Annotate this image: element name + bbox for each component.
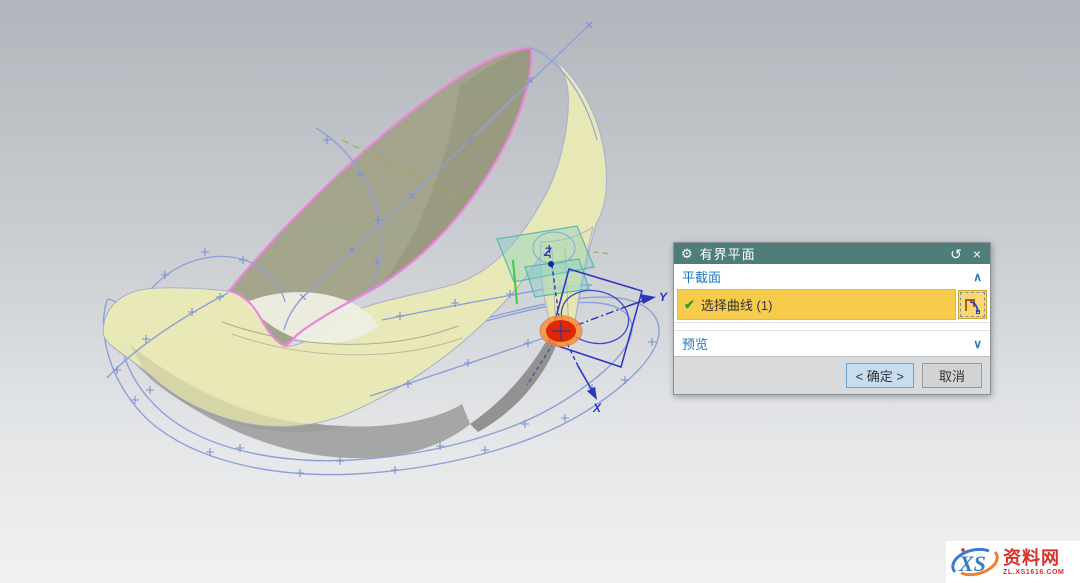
section-header-preview[interactable]: 预览 ∨ [674, 331, 990, 356]
section-header-planar-section[interactable]: 平截面 ∧ [674, 264, 990, 289]
section-label: 平截面 [682, 267, 721, 286]
curve-select-icon [963, 295, 983, 315]
z-axis-label: Z [543, 245, 552, 259]
watermark-logo-icon: XS [949, 542, 1001, 582]
section-divider [674, 322, 990, 331]
x-axis-arrowhead [587, 387, 597, 400]
y-axis-arrowhead [640, 294, 656, 304]
chevron-up-icon[interactable]: ∧ [973, 270, 982, 284]
ok-button[interactable]: < 确定 > [846, 363, 914, 388]
watermark-site-url: ZL.XS1616.COM [1003, 569, 1064, 576]
preview-label: 预览 [682, 334, 708, 353]
select-curve-label: 选择曲线 (1) [701, 295, 773, 314]
selected-curve-highlight[interactable] [540, 315, 582, 347]
select-curve-row[interactable]: ✔ 选择曲线 (1) [677, 289, 956, 320]
gear-icon: ⚙ [681, 247, 693, 260]
svg-text:XS: XS [958, 551, 986, 576]
chevron-down-icon[interactable]: ∨ [973, 337, 982, 351]
bounded-plane-dialog[interactable]: ⚙ 有界平面 ↺ × 平截面 ∧ ✔ 选择曲线 (1) 预览 ∨ < 确定 > … [673, 242, 991, 395]
dialog-title: 有界平面 [700, 244, 941, 263]
curve-select-tool-button[interactable] [958, 290, 987, 319]
dialog-footer: < 确定 > 取消 [674, 356, 990, 394]
y-axis-label: Y [659, 290, 668, 304]
watermark-site-name: 资料网 [1003, 549, 1064, 567]
check-icon: ✔ [684, 297, 695, 313]
cancel-button[interactable]: 取消 [922, 363, 982, 388]
watermark: XS 资料网 ZL.XS1616.COM [946, 541, 1080, 583]
reset-icon[interactable]: ↺ [948, 247, 964, 261]
x-axis-label: X [592, 401, 602, 415]
close-icon[interactable]: × [971, 247, 983, 261]
dialog-titlebar[interactable]: ⚙ 有界平面 ↺ × [674, 243, 990, 264]
